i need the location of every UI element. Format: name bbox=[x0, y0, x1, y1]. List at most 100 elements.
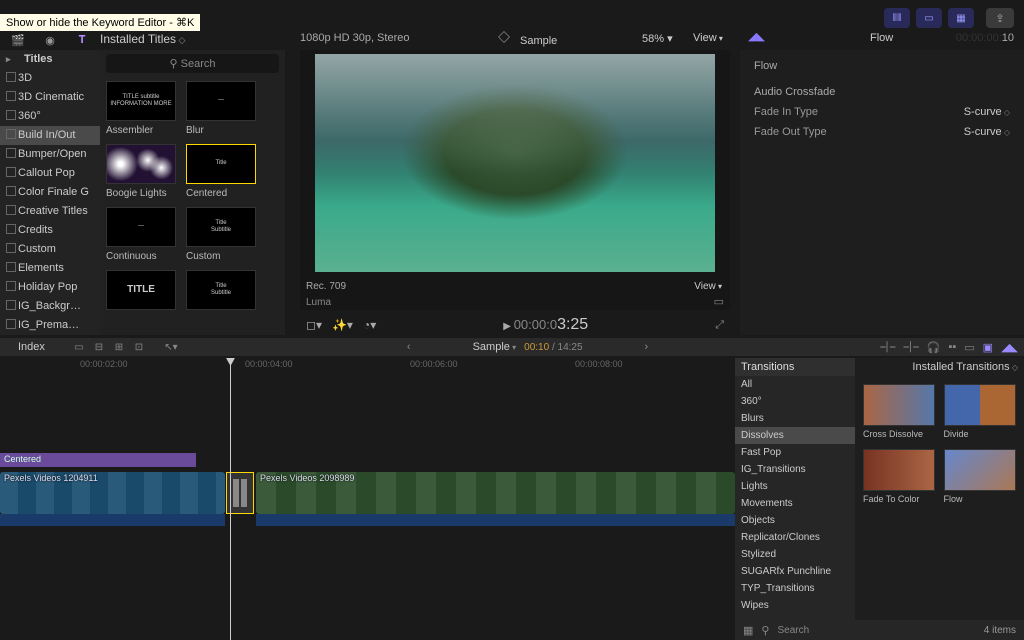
timeline-ruler[interactable]: 00:00:02:00 00:00:04:00 00:00:06:00 00:0… bbox=[0, 358, 735, 372]
timeline-project-dropdown[interactable]: Sample bbox=[473, 341, 517, 353]
transition-category-item[interactable]: Movements bbox=[735, 495, 855, 512]
transition-preset-card[interactable]: Divide bbox=[944, 384, 1017, 439]
video-clip-2[interactable]: Pexels Videos 2098989 bbox=[256, 472, 735, 514]
media-library-icon[interactable]: 🎬 bbox=[8, 30, 28, 50]
effects-browser-icon[interactable]: ▣ bbox=[983, 341, 993, 354]
viewer-scopes-icon[interactable]: ▭ bbox=[714, 295, 724, 308]
timeline-timecode: 00:10 / 14:25 bbox=[524, 342, 582, 353]
video-clip-1[interactable]: Pexels Videos 1204911 bbox=[0, 472, 225, 514]
transition-category-item[interactable]: Dissolves bbox=[735, 427, 855, 444]
sidebar-item[interactable]: IG_Backgr… bbox=[0, 297, 100, 316]
transition-category-item[interactable]: Wipes bbox=[735, 597, 855, 614]
timeline-toolbar: Index ▭ ⊟ ⊞ ⊡ ↖▾ ‹ Sample 00:10 / 14:25 … bbox=[0, 338, 1024, 356]
title-preset-card[interactable]: Title Subtitle bbox=[186, 270, 256, 314]
audio-waveform-2[interactable] bbox=[256, 514, 735, 526]
title-preset-card[interactable]: Boogie Lights bbox=[106, 144, 176, 199]
inspector-toggle-icon[interactable]: ◢◣ bbox=[748, 30, 765, 43]
skimming-icon[interactable]: ⎯⎢⎯ bbox=[880, 341, 895, 354]
sidebar-root-titles[interactable]: Titles bbox=[0, 50, 100, 69]
transition-preset-card[interactable]: Fade To Color bbox=[863, 449, 936, 504]
audio-waveform-1[interactable] bbox=[0, 514, 225, 526]
sidebar-item[interactable]: IG_Prema… bbox=[0, 316, 100, 335]
workspace-btn-3[interactable]: ▦ bbox=[948, 8, 974, 28]
workspace-btn-1[interactable]: ⦀⦀ bbox=[884, 8, 910, 28]
workspace-btn-2[interactable]: ▭ bbox=[916, 8, 942, 28]
transition-category-item[interactable]: All bbox=[735, 376, 855, 393]
sidebar-item[interactable]: 3D Cinematic bbox=[0, 88, 100, 107]
viewer-canvas[interactable] bbox=[315, 54, 715, 272]
timeline-area[interactable]: 00:00:02:00 00:00:04:00 00:00:06:00 00:0… bbox=[0, 358, 735, 640]
transition-preset-card[interactable]: Cross Dissolve bbox=[863, 384, 936, 439]
transition-category-item[interactable]: Objects bbox=[735, 512, 855, 529]
transitions-browser-dropdown[interactable]: Installed Transitions bbox=[855, 358, 1024, 376]
solo-icon[interactable]: 🎧 bbox=[927, 341, 941, 354]
arrow-tool-icon[interactable]: ↖▾ bbox=[163, 340, 179, 354]
fullscreen-icon[interactable]: ⤢ bbox=[715, 319, 724, 332]
viewer-timecode[interactable]: 00:00:03:25 bbox=[386, 316, 705, 334]
viewer-view-menu-2[interactable]: View bbox=[694, 281, 722, 292]
fade-out-dropdown[interactable]: S-curve bbox=[964, 126, 1010, 138]
transition-category-item[interactable]: Fast Pop bbox=[735, 444, 855, 461]
photos-library-icon[interactable]: ◉ bbox=[40, 30, 60, 50]
timeline-prev-icon[interactable]: ‹ bbox=[407, 341, 411, 353]
titles-generators-icon[interactable]: 𝐓 bbox=[72, 30, 92, 50]
transitions-item-count: 4 items bbox=[984, 625, 1016, 636]
title-preset-card[interactable]: TitleCentered bbox=[186, 144, 256, 199]
transition-category-item[interactable]: Blurs bbox=[735, 410, 855, 427]
transition-category-item[interactable]: IG_Transitions bbox=[735, 461, 855, 478]
transition-preset-card[interactable]: Flow bbox=[944, 449, 1017, 504]
transitions-header: Transitions bbox=[735, 358, 855, 376]
titles-search-input[interactable]: ⚲ Search bbox=[106, 54, 279, 73]
enhance-tool-icon[interactable]: ✨▾ bbox=[332, 318, 353, 332]
viewer-view-dropdown[interactable]: View bbox=[693, 32, 723, 44]
sidebar-item[interactable]: Custom bbox=[0, 240, 100, 259]
transitions-search-input[interactable]: Search bbox=[777, 625, 975, 636]
sidebar-item[interactable]: Bumper/Open bbox=[0, 145, 100, 164]
keyword-editor-tooltip: Show or hide the Keyword Editor - ⌘K bbox=[0, 14, 200, 31]
sidebar-item[interactable]: 3D bbox=[0, 69, 100, 88]
share-button[interactable]: ⇪ bbox=[986, 8, 1014, 28]
inspector-duration: 00:00:00:10 bbox=[956, 32, 1014, 44]
timeline-playhead[interactable] bbox=[230, 358, 231, 640]
title-preset-card[interactable]: TITLE bbox=[106, 270, 176, 314]
transition-category-item[interactable]: TYP_Transitions bbox=[735, 580, 855, 597]
grid-view-icon[interactable]: ▦ bbox=[743, 624, 753, 637]
viewer-zoom-dropdown[interactable]: 58% ▾ bbox=[642, 32, 673, 45]
title-preset-card[interactable]: TITLE subtitle INFORMATION MOREAssembler bbox=[106, 81, 176, 136]
transition-category-item[interactable]: Replicator/Clones bbox=[735, 529, 855, 546]
sidebar-item[interactable]: Build In/Out bbox=[0, 126, 100, 145]
sidebar-item[interactable]: Elements bbox=[0, 259, 100, 278]
ruler-mark: 00:00:02:00 bbox=[80, 359, 128, 369]
connect-clip-icon[interactable]: ▭ bbox=[71, 340, 87, 354]
fade-in-dropdown[interactable]: S-curve bbox=[964, 106, 1010, 118]
sidebar-item[interactable]: Color Finale G bbox=[0, 183, 100, 202]
timeline-next-icon[interactable]: › bbox=[645, 341, 649, 353]
retime-tool-icon[interactable]: ◔▾ bbox=[363, 318, 376, 332]
sidebar-item[interactable]: Callout Pop bbox=[0, 164, 100, 183]
sidebar-item[interactable]: 360° bbox=[0, 107, 100, 126]
transition-category-item[interactable]: Stylized bbox=[735, 546, 855, 563]
sidebar-item[interactable]: Holiday Pop bbox=[0, 278, 100, 297]
transition-category-item[interactable]: SUGARfx Punchline bbox=[735, 563, 855, 580]
sidebar-item[interactable]: Creative Titles bbox=[0, 202, 100, 221]
browser-title-dropdown[interactable]: Installed Titles bbox=[100, 32, 185, 46]
transition-category-item[interactable]: 360° bbox=[735, 393, 855, 410]
transition-category-item[interactable]: Lights bbox=[735, 478, 855, 495]
title-preset-card[interactable]: —Blur bbox=[186, 81, 256, 136]
insert-clip-icon[interactable]: ⊟ bbox=[91, 340, 107, 354]
audio-skimming-icon[interactable]: ⎯⎢⎯ bbox=[903, 341, 918, 354]
transitions-browser-icon[interactable]: ◢◣ bbox=[1001, 341, 1018, 354]
snapping-icon[interactable]: ▪▪ bbox=[948, 341, 956, 354]
title-preset-card[interactable]: Title SubtitleCustom bbox=[186, 207, 256, 262]
append-clip-icon[interactable]: ⊞ bbox=[111, 340, 127, 354]
sidebar-item[interactable]: Credits bbox=[0, 221, 100, 240]
transform-tool-icon[interactable]: ◻▾ bbox=[306, 318, 322, 332]
inspector-title: Flow bbox=[870, 32, 893, 44]
title-preset-card[interactable]: —Continuous bbox=[106, 207, 176, 262]
viewer-luma-label: Luma bbox=[306, 297, 331, 308]
inspector-section-flow: Flow bbox=[740, 50, 1024, 76]
timeline-index-button[interactable]: Index bbox=[0, 341, 63, 353]
timeline-options-icon[interactable]: ▭ bbox=[964, 341, 974, 354]
overwrite-clip-icon[interactable]: ⊡ bbox=[131, 340, 147, 354]
title-clip-centered[interactable]: Centered bbox=[0, 453, 196, 467]
